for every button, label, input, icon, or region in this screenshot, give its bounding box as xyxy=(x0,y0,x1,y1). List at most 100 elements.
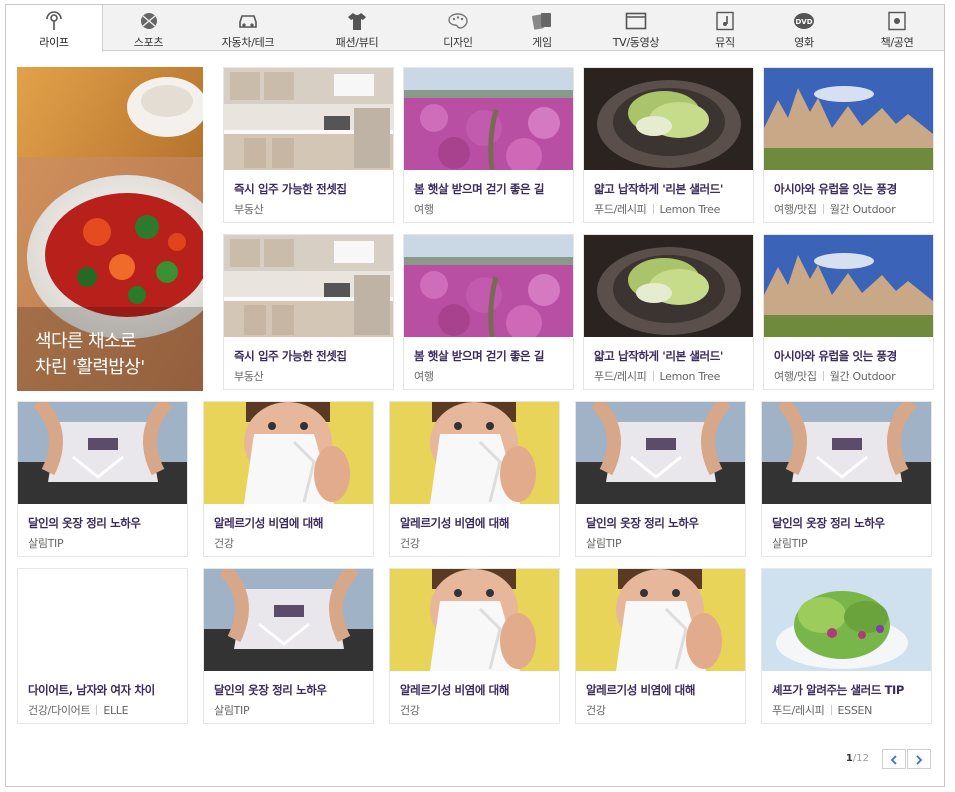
article-category: 부동산 xyxy=(234,370,264,383)
tab-sports[interactable]: 스포츠 xyxy=(103,5,194,51)
article-meta: 살림TIP xyxy=(214,702,250,718)
folding-clothes-photo xyxy=(204,569,373,671)
article-source: ESSEN xyxy=(837,704,873,717)
article-card[interactable]: 알레르기성 비염에 대해 건강 xyxy=(389,401,560,557)
article-title: 얇고 납작하게 '리본 샐러드' xyxy=(594,349,724,363)
article-meta: 건강 xyxy=(586,702,606,718)
article-card[interactable]: 아시아와 유럽을 잇는 풍경여행/맛집 월간 Outdoor xyxy=(763,234,934,390)
article-card[interactable]: 달인의 옷장 정리 노하우살림TIP xyxy=(203,568,374,724)
article-card[interactable]: 봄 햇살 받으며 걷기 좋은 길 여행 xyxy=(403,234,574,390)
tab-movie[interactable]: DVD 영화 xyxy=(758,5,850,51)
article-category: 건강/다이어트 xyxy=(28,704,91,717)
sneezing-boy-photo xyxy=(576,569,745,671)
tab-label: 자동차/테크 xyxy=(221,36,275,49)
tab-book-show[interactable]: 책/공연 xyxy=(850,5,944,51)
rock-landscape-photo xyxy=(764,235,933,337)
palette-icon xyxy=(448,13,468,29)
sneezing-boy-photo xyxy=(390,569,559,671)
tab-label: 게임 xyxy=(532,36,552,49)
article-meta: 푸드/레시피 Lemon Tree xyxy=(594,368,720,384)
tab-label: 뮤직 xyxy=(715,36,735,49)
article-source: 월간 Outdoor xyxy=(829,203,896,216)
article-thumbnail xyxy=(18,569,187,671)
article-category: 살림TIP xyxy=(214,704,250,717)
article-meta: 살림TIP xyxy=(772,535,808,551)
folding-clothes-photo xyxy=(576,402,745,504)
featured-caption-line2: 차린 '활력밥상' xyxy=(35,357,145,378)
article-source: 월간 Outdoor xyxy=(829,370,896,383)
article-thumbnail xyxy=(404,68,573,170)
article-title: 다이어트, 남자와 여자 차이 xyxy=(28,683,155,697)
cards-icon xyxy=(532,13,551,30)
featured-caption: 색다른 채소로 차린 '활력밥상' xyxy=(35,329,145,381)
article-title: 셰프가 알려주는 샐러드 TIP xyxy=(772,683,904,697)
tab-life[interactable]: 라이프 xyxy=(6,5,103,52)
article-card[interactable]: 즉시 입주 가능한 전셋집 부동산 xyxy=(223,67,394,223)
article-title: 아시아와 유럽을 잇는 풍경 xyxy=(774,349,897,363)
category-tab-bar: 라이프 스포츠 자동차/테크 패션/뷰티 디자인 게임 TV/동영상 뮤직 DV… xyxy=(6,5,944,52)
article-meta: 건강/다이어트 ELLE xyxy=(28,702,129,718)
article-thumbnail xyxy=(764,235,933,337)
tab-fashion-beauty[interactable]: 패션/뷰티 xyxy=(302,5,412,51)
article-thumbnail xyxy=(204,402,373,504)
article-card[interactable]: 달인의 옷장 정리 노하우 살림TIP xyxy=(17,401,188,557)
tab-label: TV/동영상 xyxy=(612,36,660,49)
article-meta: 여행/맛집 월간 Outdoor xyxy=(774,368,896,384)
life-icon xyxy=(46,11,62,30)
flower-hill-photo xyxy=(404,68,573,170)
tab-music[interactable]: 뮤직 xyxy=(692,5,758,51)
article-card[interactable]: 달인의 옷장 정리 노하우살림TIP xyxy=(761,401,932,557)
article-title: 얇고 납작하게 '리본 샐러드' xyxy=(594,182,724,196)
sneezing-boy-photo xyxy=(390,402,559,504)
article-meta: 건강 xyxy=(400,702,420,718)
article-thumbnail xyxy=(390,569,559,671)
article-card[interactable]: 봄 햇살 받으며 걷기 좋은 길 여행 xyxy=(403,67,574,223)
article-title: 즉시 입주 가능한 전셋집 xyxy=(234,182,347,196)
article-card[interactable]: 달인의 옷장 정리 노하우살림TIP xyxy=(575,401,746,557)
prev-page-button[interactable] xyxy=(882,749,906,769)
tab-game[interactable]: 게임 xyxy=(504,5,580,51)
article-meta: 건강 xyxy=(214,535,234,551)
article-category: 살림TIP xyxy=(772,537,808,550)
article-source: Lemon Tree xyxy=(659,370,721,383)
dvd-icon: DVD xyxy=(794,13,814,29)
article-title: 즉시 입주 가능한 전셋집 xyxy=(234,349,347,363)
article-card[interactable]: 즉시 입주 가능한 전셋집부동산 xyxy=(223,234,394,390)
article-card[interactable]: 얇고 납작하게 '리본 샐러드' 푸드/레시피 Lemon Tree xyxy=(583,67,754,223)
article-card[interactable]: 셰프가 알려주는 샐러드 TIP 푸드/레시피 ESSEN xyxy=(761,568,932,724)
meta-divider xyxy=(830,705,832,715)
tab-label: 디자인 xyxy=(443,36,473,49)
tab-label: 패션/뷰티 xyxy=(335,36,379,49)
article-thumbnail xyxy=(224,68,393,170)
article-category: 건강 xyxy=(214,537,234,550)
article-thumbnail xyxy=(764,68,933,170)
next-page-button[interactable] xyxy=(907,749,931,769)
article-card[interactable]: 알레르기성 비염에 대해 건강 xyxy=(203,401,374,557)
book-icon xyxy=(888,11,906,31)
ribbon-salad-photo xyxy=(584,68,753,170)
article-category: 여행/맛집 xyxy=(774,203,817,216)
tab-design[interactable]: 디자인 xyxy=(412,5,504,51)
article-meta: 살림TIP xyxy=(586,535,622,551)
article-card[interactable]: 알레르기성 비염에 대해 건강 xyxy=(389,568,560,724)
article-meta: 건강 xyxy=(400,535,420,551)
article-card[interactable]: 다이어트, 남자와 여자 차이건강/다이어트 ELLE xyxy=(17,568,188,724)
sneezing-boy-photo xyxy=(204,402,373,504)
article-thumbnail xyxy=(204,569,373,671)
meta-divider xyxy=(652,371,654,381)
article-title: 달인의 옷장 정리 노하우 xyxy=(214,683,327,697)
article-meta: 부동산 xyxy=(234,368,264,384)
article-category: 푸드/레시피 xyxy=(594,203,647,216)
meta-divider xyxy=(96,705,98,715)
featured-article[interactable]: 색다른 채소로 차린 '활력밥상' xyxy=(17,67,203,391)
ribbon-salad-photo xyxy=(584,235,753,337)
article-title: 달인의 옷장 정리 노하우 xyxy=(586,516,699,530)
tab-tv-video[interactable]: TV/동영상 xyxy=(580,5,692,51)
article-source: Lemon Tree xyxy=(659,203,721,216)
article-card[interactable]: 아시아와 유럽을 잇는 풍경 여행/맛집 월간 Outdoor xyxy=(763,67,934,223)
article-card[interactable]: 얇고 납작하게 '리본 샐러드' 푸드/레시피 Lemon Tree xyxy=(583,234,754,390)
svg-text:DVD: DVD xyxy=(795,18,812,26)
article-card[interactable]: 알레르기성 비염에 대해 건강 xyxy=(575,568,746,724)
article-title: 달인의 옷장 정리 노하우 xyxy=(772,516,885,530)
tab-car-tech[interactable]: 자동차/테크 xyxy=(194,5,302,51)
